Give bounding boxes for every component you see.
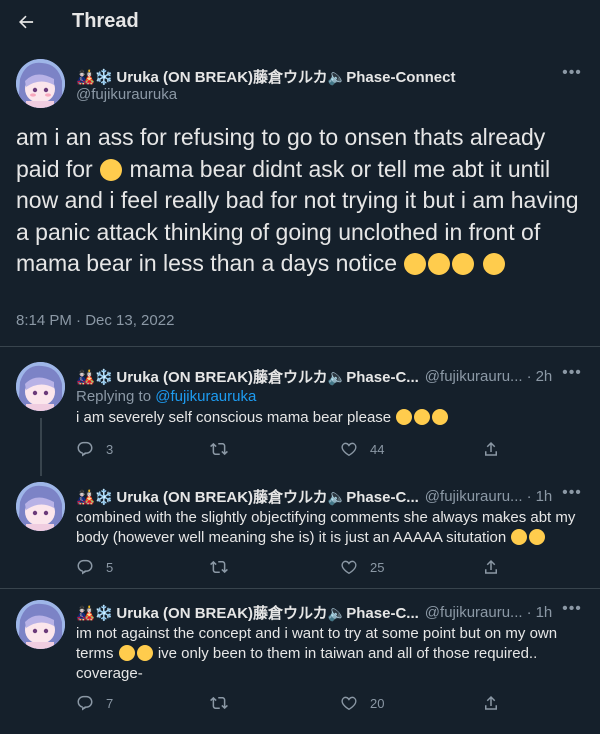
loudly-crying-emoji: [428, 253, 451, 275]
avatar[interactable]: [16, 482, 65, 531]
loudly-crying-emoji: [432, 409, 449, 425]
divider: [0, 346, 600, 347]
crying-face-emoji: [100, 158, 123, 181]
author-display-name[interactable]: Uruka (ON BREAK)藤倉ウルカ🔈Phase-C...: [116, 602, 418, 623]
author-handle[interactable]: @fujikurauruka: [76, 86, 177, 103]
more-button[interactable]: •••: [558, 364, 586, 384]
reply-time[interactable]: 1h: [536, 604, 553, 621]
like-button[interactable]: 25: [340, 558, 384, 576]
retweet-icon: [210, 560, 228, 574]
replying-to: Replying to @fujikurauruka: [76, 388, 256, 405]
more-button[interactable]: •••: [558, 64, 586, 84]
retweet-button[interactable]: [210, 558, 240, 576]
loudly-crying-emoji: [452, 253, 475, 275]
smiling-face-with-tear-emoji: [511, 529, 528, 545]
reply-text: combined with the slightly objectifying …: [76, 508, 586, 548]
author-name-row[interactable]: 🎎❄️ Uruka (ON BREAK)藤倉ウルカ🔈Phase-C... @fu…: [76, 602, 552, 623]
like-button[interactable]: 20: [340, 694, 384, 712]
reply-button[interactable]: 7: [76, 694, 113, 712]
reply-count: 5: [106, 559, 114, 575]
smiling-face-with-tear-emoji: [529, 529, 546, 545]
tweet-actions: 3 44: [76, 440, 516, 460]
like-count: 20: [370, 695, 385, 711]
author-name-icons: 🎎❄️: [76, 67, 114, 86]
avatar-image: [16, 600, 65, 649]
author-name-row[interactable]: 🎎❄️ Uruka (ON BREAK)藤倉ウルカ🔈Phase-C... @fu…: [76, 486, 552, 507]
loudly-crying-emoji: [404, 253, 427, 275]
reply-button[interactable]: 5: [76, 558, 113, 576]
share-button[interactable]: [482, 440, 500, 458]
reply-count: 3: [106, 441, 114, 457]
author-handle[interactable]: @fujikurauru...: [425, 604, 523, 621]
reply-icon: [77, 695, 93, 711]
arrow-left-icon: [19, 15, 34, 29]
back-button[interactable]: [10, 6, 42, 38]
reply-time[interactable]: 2h: [536, 368, 553, 385]
author-handle[interactable]: @fujikurauru...: [425, 368, 523, 385]
heart-icon: [341, 696, 357, 711]
reply-icon: [77, 559, 93, 575]
avatar[interactable]: [16, 59, 65, 108]
reply-text-content: combined with the slightly objectifying …: [76, 509, 576, 546]
loudly-crying-emoji: [482, 253, 505, 275]
smiling-face-with-tear-emoji: [136, 645, 153, 661]
like-count: 44: [370, 441, 385, 457]
thread-line: [40, 418, 42, 476]
reply-button[interactable]: 3: [76, 440, 113, 458]
tweet-actions: 5 25: [76, 558, 516, 578]
tweet-timestamp[interactable]: 8:14 PM · Dec 13, 2022: [16, 312, 174, 329]
tweet-actions: 7 20: [76, 694, 516, 714]
divider: [0, 588, 600, 589]
author-name-icons: 🎎❄️: [76, 603, 114, 622]
more-button[interactable]: •••: [558, 484, 586, 504]
avatar-image: [16, 482, 65, 531]
author-display-name[interactable]: Uruka (ON BREAK)藤倉ウルカ🔈Phase-C...: [116, 486, 418, 507]
retweet-button[interactable]: [210, 694, 240, 712]
reply-text-content: i am severely self conscious mama bear p…: [76, 409, 392, 426]
reply-text: i am severely self conscious mama bear p…: [76, 408, 586, 428]
like-count: 25: [370, 559, 385, 575]
author-handle[interactable]: @fujikurauru...: [425, 488, 523, 505]
author-display-name[interactable]: Uruka (ON BREAK)藤倉ウルカ🔈Phase-Connect: [116, 66, 455, 87]
reply-time[interactable]: 1h: [536, 488, 553, 505]
author-name-icons: 🎎❄️: [76, 487, 114, 506]
smiling-face-with-tear-emoji: [118, 645, 135, 661]
retweet-button[interactable]: [210, 440, 240, 458]
reply-count: 7: [106, 695, 114, 711]
loudly-crying-emoji: [414, 409, 431, 425]
reply-icon: [77, 441, 93, 457]
heart-icon: [341, 442, 357, 457]
author-name-icons: 🎎❄️: [76, 367, 114, 386]
share-button[interactable]: [482, 558, 500, 576]
avatar-image: [16, 362, 65, 411]
reply-text: im not against the concept and i want to…: [76, 624, 586, 684]
avatar[interactable]: [16, 600, 65, 649]
author-name-row[interactable]: 🎎❄️ Uruka (ON BREAK)藤倉ウルカ🔈Phase-C... @fu…: [76, 366, 552, 387]
loudly-crying-emoji: [396, 409, 413, 425]
share-icon: [485, 559, 497, 574]
retweet-icon: [210, 696, 228, 710]
top-bar: Thread: [0, 0, 600, 44]
heart-icon: [341, 560, 357, 575]
retweet-icon: [210, 442, 228, 456]
share-button[interactable]: [482, 694, 500, 712]
author-name-row[interactable]: 🎎❄️ Uruka (ON BREAK)藤倉ウルカ🔈Phase-Connect: [76, 66, 455, 87]
replying-to-label: Replying to: [76, 388, 152, 405]
avatar-image: [16, 59, 65, 108]
page-title: Thread: [72, 10, 139, 32]
more-button[interactable]: •••: [558, 600, 586, 620]
share-icon: [485, 441, 497, 456]
like-button[interactable]: 44: [340, 440, 384, 458]
replying-to-handle[interactable]: @fujikurauruka: [155, 388, 256, 405]
avatar[interactable]: [16, 362, 65, 411]
author-display-name[interactable]: Uruka (ON BREAK)藤倉ウルカ🔈Phase-C...: [116, 366, 418, 387]
tweet-text: am i an ass for refusing to go to onsen …: [16, 122, 586, 280]
share-icon: [485, 695, 497, 710]
